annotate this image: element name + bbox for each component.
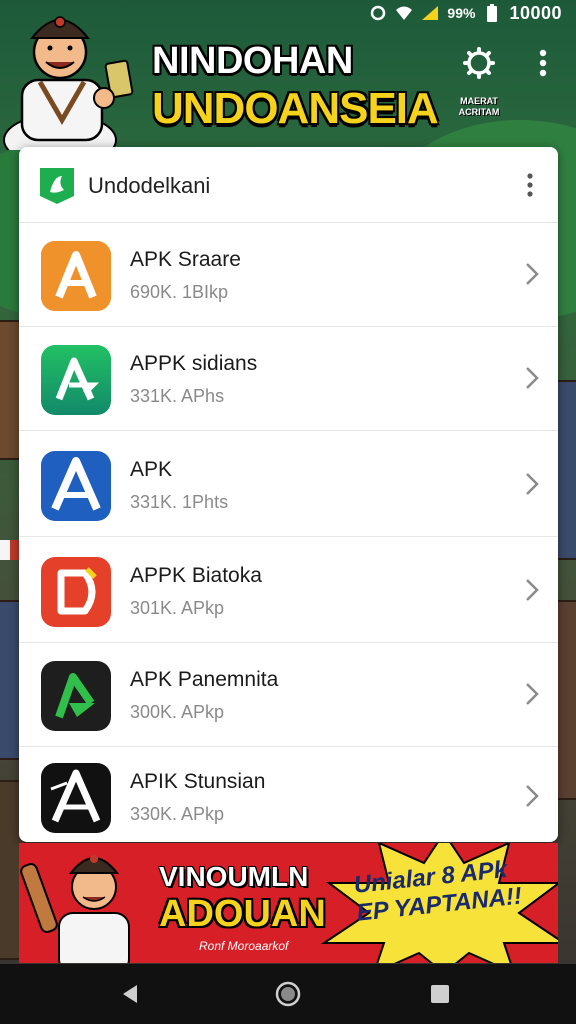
apk-black-green-a-icon — [41, 661, 111, 731]
apk-green-a-icon — [41, 345, 111, 415]
home-circle-icon — [275, 981, 301, 1007]
app-logo-icon — [40, 168, 74, 204]
app-list-item[interactable]: APK Sraare 690K. 1BIkp — [19, 223, 558, 327]
mascot-illustration — [20, 855, 130, 963]
app-name: APK Sraare — [130, 248, 241, 271]
header-title-line-1: NINDOHAN — [152, 40, 353, 82]
chevron-right-icon — [526, 263, 539, 285]
mascot-illustration — [3, 16, 134, 150]
card-overflow-menu-button[interactable] — [519, 169, 541, 201]
recents-square-icon — [431, 985, 449, 1003]
app-name: APIK Stunsian — [130, 770, 266, 793]
app-meta: 330K. APkp — [130, 804, 225, 824]
app-meta: 331K. APhs — [130, 386, 225, 406]
settings-button[interactable] — [460, 44, 498, 82]
app-meta: 300K. APkp — [130, 702, 225, 722]
chevron-right-icon — [526, 367, 539, 389]
banner-subtitle: Ronf Moroaarkof — [199, 939, 289, 953]
card-title: Undodelkani — [88, 173, 211, 198]
overflow-menu-button[interactable] — [528, 44, 558, 82]
back-triangle-icon — [123, 985, 137, 1003]
chevron-right-icon — [526, 473, 539, 495]
back-button[interactable] — [117, 981, 143, 1007]
app-list-item[interactable]: APK 331K. 1Phts — [19, 433, 558, 537]
app-list-item[interactable]: APPK Biatoka 301K. APkp — [19, 539, 558, 643]
recents-button[interactable] — [427, 981, 453, 1007]
more-vertical-icon — [527, 173, 533, 197]
chevron-right-icon — [526, 579, 539, 601]
header-title-line-2: UNDOANSEIA — [152, 84, 439, 133]
app-meta: 690K. 1BIkp — [130, 282, 229, 302]
app-list-item[interactable]: APPK sidians 331K. APhs — [19, 327, 558, 431]
app-name: APK — [130, 458, 173, 481]
apk-orange-a-icon — [41, 241, 111, 311]
banner-title-line-2: ADOUAN — [159, 893, 326, 935]
app-meta: 301K. APkp — [130, 598, 225, 618]
app-list-item[interactable]: APIK Stunsian 330K. APkp — [19, 745, 558, 842]
gear-icon — [463, 47, 495, 79]
apk-blue-a-icon — [41, 451, 111, 521]
header-caption: MAERAT ACRITAM — [458, 96, 500, 117]
app-name: APK Panemnita — [130, 668, 279, 691]
home-button[interactable] — [275, 981, 301, 1007]
banner-title-line-1: VINOUMLN — [159, 861, 309, 892]
chevron-right-icon — [526, 683, 539, 705]
apk-black-a-icon — [41, 763, 111, 833]
chevron-right-icon — [526, 785, 539, 807]
system-navigation-bar — [0, 964, 576, 1024]
app-name: APPK sidians — [130, 352, 258, 375]
app-list-item[interactable]: APK Panemnita 300K. APkp — [19, 643, 558, 747]
promo-banner[interactable]: VINOUMLN ADOUAN Ronf Moroaarkof Unialar … — [19, 843, 558, 963]
apk-red-d-icon — [41, 557, 111, 627]
more-vertical-icon — [539, 49, 547, 77]
app-list-card: Undodelkani APK Sraare 690K. 1BIkp APPK … — [19, 147, 558, 842]
app-name: APPK Biatoka — [130, 564, 262, 587]
card-header: Undodelkani — [19, 147, 558, 223]
app-meta: 331K. 1Phts — [130, 492, 229, 512]
app-header: NINDOHAN UNDOANSEIA MAERAT ACRITAM — [0, 0, 576, 150]
